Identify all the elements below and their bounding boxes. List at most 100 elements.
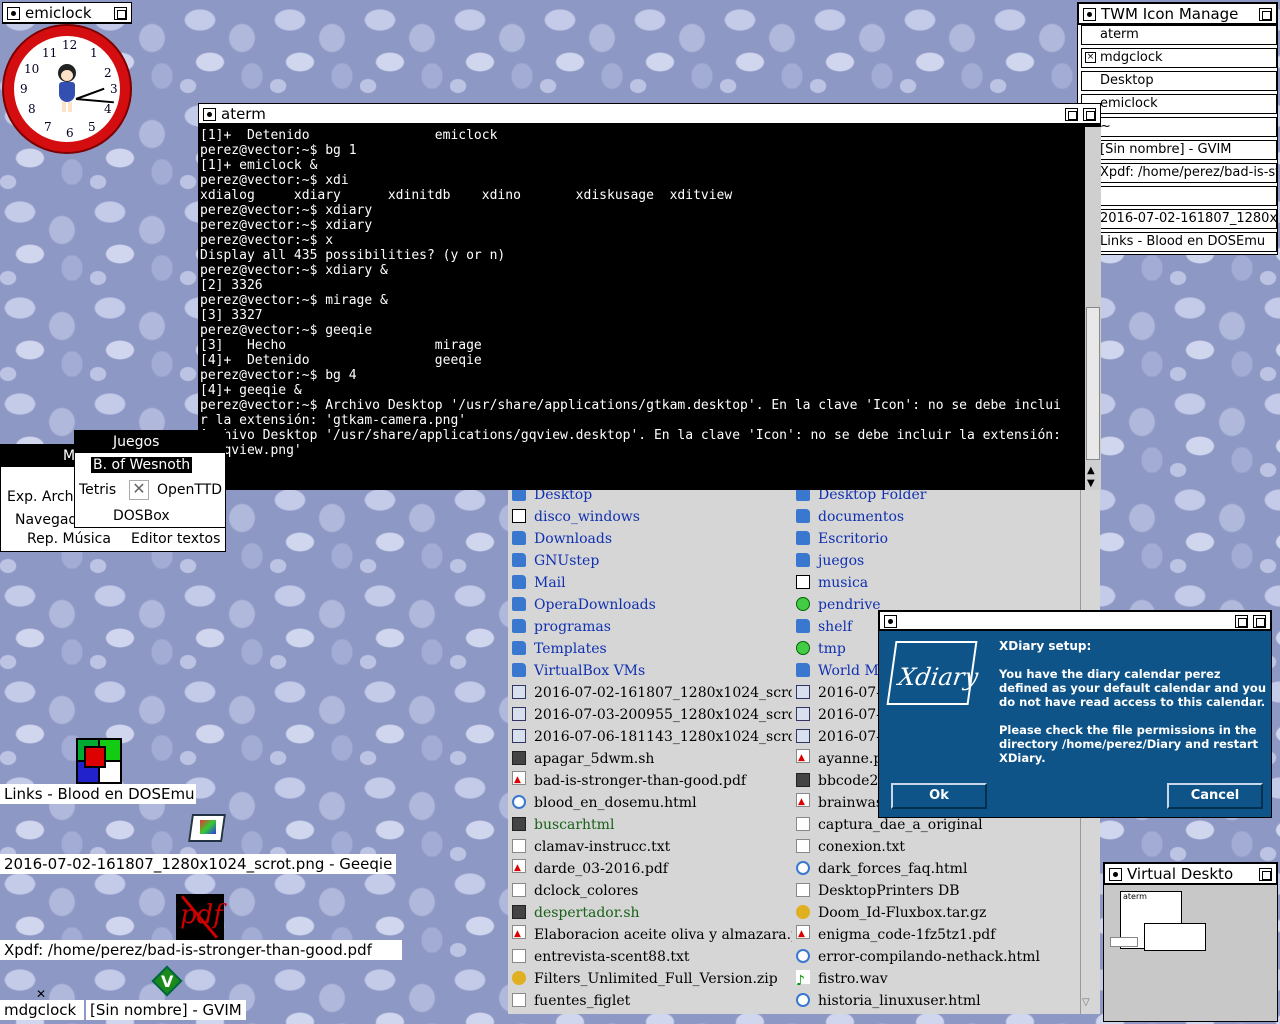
icon-manager-item[interactable]: ~	[1081, 117, 1277, 137]
menu-item[interactable]: OpenTTD	[157, 482, 222, 498]
file-item[interactable]: Doom_Id-Fluxbox.tar.gz	[796, 902, 1078, 924]
scroll-down-icon[interactable]: ▼	[1087, 478, 1095, 489]
file-item[interactable]: despertador.sh	[512, 902, 792, 924]
resize-icon[interactable]	[1259, 868, 1272, 881]
titlebar[interactable]	[879, 611, 1271, 631]
menu-item[interactable]: Navegad	[15, 512, 77, 528]
geeqie-icon-label[interactable]: 2016-07-02-161807_1280x1024_scrot.png - …	[0, 854, 397, 874]
file-item[interactable]: dclock_colores	[512, 880, 792, 902]
pager-window[interactable]	[1110, 937, 1138, 947]
scroll-down-icon[interactable]: ▽	[1082, 997, 1090, 1008]
gvim-app-icon[interactable]: V	[150, 965, 184, 1000]
file-item[interactable]: blood_en_dosemu.html	[512, 792, 792, 814]
icon-manager-item[interactable]: Xpdf: /home/perez/bad-is-st	[1081, 163, 1277, 183]
image-icon	[512, 707, 526, 721]
titlebar[interactable]: emiclock	[2, 2, 132, 24]
pager-desktop[interactable]: aterm	[1106, 887, 1275, 1019]
file-item[interactable]: fuentes_figlet	[512, 990, 792, 1012]
file-item[interactable]: dark_forces_faq.html	[796, 858, 1078, 880]
mdgclock-icon-label[interactable]: mdgclock	[0, 1000, 84, 1020]
mdgclock-app-icon[interactable]: ✕	[34, 988, 48, 1000]
file-item[interactable]: bad-is-stronger-than-good.pdf	[512, 770, 792, 792]
file-item[interactable]: GNUstep	[512, 550, 792, 572]
menu-item[interactable]: Tetris	[79, 482, 116, 498]
file-item[interactable]: programas	[512, 616, 792, 638]
cancel-button[interactable]: Cancel	[1167, 783, 1263, 809]
icon-manager-item[interactable]: emiclock	[1081, 94, 1277, 114]
xpdf-app-icon[interactable]: pdf	[176, 894, 224, 940]
scroll-thumb[interactable]	[1086, 307, 1100, 460]
file-item[interactable]: buscarhtml	[512, 814, 792, 836]
iconify-icon[interactable]	[884, 615, 897, 628]
gvim-icon-label[interactable]: [Sin nombre] - GVIM	[86, 1000, 246, 1020]
icon-manager-item[interactable]: aterm	[1081, 25, 1277, 45]
folder-icon	[796, 531, 810, 545]
pager-window[interactable]	[1144, 923, 1206, 951]
icon-manager-item[interactable]: [Sin nombre] - GVIM	[1081, 140, 1277, 160]
titlebar[interactable]: aterm	[198, 103, 1101, 125]
file-item[interactable]: entrevista-scent88.txt	[512, 946, 792, 968]
icon-manager-item[interactable]: Links - Blood en DOSEmu	[1081, 232, 1277, 252]
file-item[interactable]: juegos	[796, 550, 1078, 572]
file-item[interactable]: 2016-07-06-181143_1280x1024_scrot.png	[512, 726, 792, 748]
maximize-icon[interactable]	[1065, 108, 1078, 121]
file-item[interactable]: VirtualBox VMs	[512, 660, 792, 682]
emiclock-titlebar[interactable]: emiclock	[2, 2, 132, 24]
menu-item[interactable]: DOSBox	[113, 508, 170, 524]
item-label: Xpdf: /home/perez/bad-is-st	[1100, 165, 1277, 180]
file-item[interactable]: Elaboracion aceite oliva y almazara.pdf	[512, 924, 792, 946]
file-item[interactable]: historia_linuxuser.html	[796, 990, 1078, 1012]
scroll-up-icon[interactable]: ▲	[1087, 465, 1095, 476]
geeqie-app-icon[interactable]	[188, 812, 228, 846]
icon-manager-item[interactable]	[1081, 186, 1277, 206]
menu-item[interactable]: Rep. Música	[27, 531, 111, 547]
zip-icon	[796, 905, 810, 919]
file-item[interactable]: conexion.txt	[796, 836, 1078, 858]
resize-icon[interactable]	[1259, 8, 1272, 21]
file-item[interactable]: OperaDownloads	[512, 594, 792, 616]
terminal-scrollbar[interactable]: ▲ ▼	[1084, 127, 1101, 490]
file-item[interactable]: Templates	[512, 638, 792, 660]
iconify-icon[interactable]	[1109, 868, 1122, 881]
maximize-icon[interactable]	[1235, 615, 1248, 628]
file-item[interactable]: Escritorio	[796, 528, 1078, 550]
file-item[interactable]: ♪ fistro.wav	[796, 968, 1078, 990]
icon-manager-item[interactable]: Desktop	[1081, 71, 1277, 91]
file-item[interactable]: DesktopPrinters DB	[796, 880, 1078, 902]
menu-item-selected[interactable]: B. of Wesnoth	[91, 457, 193, 473]
file-name: juegos	[818, 553, 865, 569]
xdiary-dialog: Xdiary XDiary setup: You have the diary …	[878, 610, 1272, 818]
icon-manager-item[interactable]: 2016-07-02-161807_1280x1	[1081, 209, 1277, 229]
file-item[interactable]: Mail	[512, 572, 792, 594]
file-item[interactable]: error-compilando-nethack.html	[796, 946, 1078, 968]
file-item[interactable]: clamav-instrucc.txt	[512, 836, 792, 858]
menu-item[interactable]: Editor textos	[131, 531, 220, 547]
ok-button[interactable]: Ok	[891, 783, 987, 809]
file-item[interactable]: Downloads	[512, 528, 792, 550]
iconify-icon[interactable]	[1083, 8, 1096, 21]
file-item[interactable]: musica	[796, 572, 1078, 594]
iconify-icon[interactable]	[203, 108, 216, 121]
terminal-output[interactable]: [1]+ Detenido emiclock perez@vector:~$ bg…	[198, 127, 1084, 490]
resize-icon[interactable]	[1253, 615, 1266, 628]
links-icon-label[interactable]: Links - Blood en DOSEmu	[0, 784, 196, 804]
file-item[interactable]: documentos	[796, 506, 1078, 528]
file-item[interactable]: Filters_Unlimited_Full_Version.zip	[512, 968, 792, 990]
icon-manager-item[interactable]: × mdgclock	[1081, 48, 1277, 68]
links-app-icon[interactable]	[76, 738, 122, 784]
file-item[interactable]: enigma_code-1fz5tz1.pdf	[796, 924, 1078, 946]
resize-icon[interactable]	[1083, 108, 1096, 121]
resize-icon[interactable]	[114, 7, 127, 20]
titlebar[interactable]: TWM Icon Manage	[1078, 3, 1277, 25]
xpdf-icon-label[interactable]: Xpdf: /home/perez/bad-is-stronger-than-g…	[0, 940, 402, 960]
file-item[interactable]: 2016-07-03-200955_1280x1024_scrot.png	[512, 704, 792, 726]
file-item[interactable]: 2016-07-02-161807_1280x1024_scrot.png	[512, 682, 792, 704]
file-item[interactable]: disco_windows	[512, 506, 792, 528]
file-name: fistro.wav	[818, 971, 888, 987]
script-icon	[796, 773, 810, 787]
iconify-icon[interactable]	[7, 7, 20, 20]
titlebar[interactable]: Virtual Deskto	[1104, 863, 1277, 885]
menu-item[interactable]: Exp. Archi	[7, 489, 77, 505]
file-item[interactable]: apagar_5dwm.sh	[512, 748, 792, 770]
file-item[interactable]: darde_03-2016.pdf	[512, 858, 792, 880]
